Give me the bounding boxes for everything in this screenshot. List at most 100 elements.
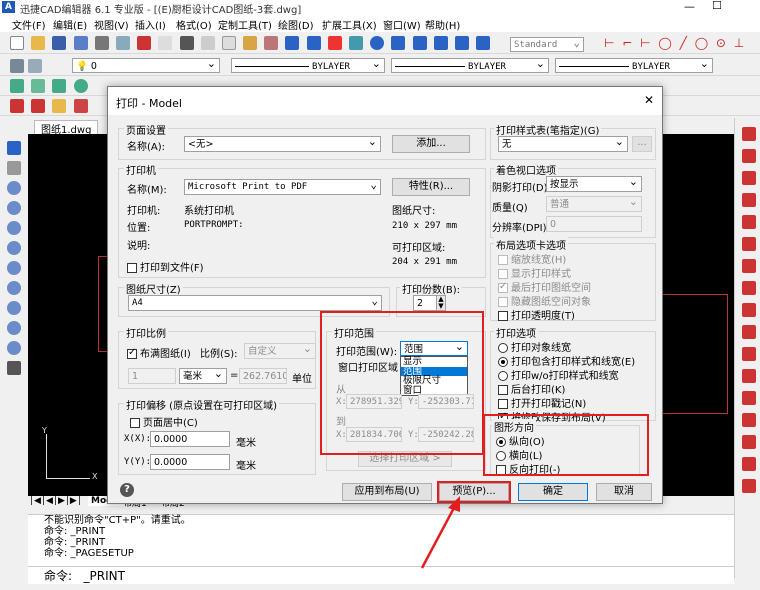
plot-with-styles-radio[interactable]: 打印包含打印样式和线宽(E) — [498, 353, 635, 368]
style-table-edit-button[interactable]: ... — [632, 136, 652, 152]
text-icon[interactable] — [391, 36, 406, 50]
show-plot-styles-checkbox[interactable]: 显示打印样式 — [498, 265, 571, 280]
modify-fillet-icon[interactable] — [742, 391, 756, 405]
zoom-out-icon[interactable] — [7, 201, 21, 215]
render-icon[interactable] — [10, 99, 24, 113]
plot-paperspace-last-checkbox[interactable]: 最后打印图纸空间 — [498, 279, 591, 294]
menu-format[interactable]: 格式(O) — [176, 17, 212, 32]
text-style-icon[interactable] — [433, 36, 448, 50]
modify-chamfer-icon[interactable] — [742, 369, 756, 383]
scale-lineweight-checkbox[interactable]: 缩放线宽(H) — [498, 251, 566, 266]
print-to-file-checkbox[interactable]: 打印到文件(F) — [127, 259, 204, 274]
modify-join-icon[interactable] — [742, 457, 756, 471]
quality-select[interactable]: 普通 — [546, 196, 642, 212]
modify-lengthen-icon[interactable] — [742, 479, 756, 493]
print-to-file-box[interactable] — [127, 263, 137, 273]
help-icon[interactable] — [370, 36, 385, 50]
lineweight-select[interactable]: BYLAYER — [555, 58, 713, 73]
mtext-icon[interactable] — [412, 36, 427, 50]
zoom-prev-icon[interactable] — [7, 281, 21, 295]
modify-trim-icon[interactable] — [742, 303, 756, 317]
zoom-realtime-icon[interactable] — [7, 141, 21, 155]
linetype-select[interactable]: BYLAYER — [391, 58, 549, 73]
page-setup-add-button[interactable]: 添加... — [392, 135, 470, 153]
plot-transparency-checkbox[interactable]: 打印透明度(T) — [498, 307, 575, 322]
dialog-close-button[interactable]: ✕ — [644, 93, 654, 107]
scale-num1-input[interactable]: 1 — [128, 368, 176, 384]
zoom-scale-icon[interactable] — [7, 301, 21, 315]
menu-view[interactable]: 视图(V) — [94, 17, 129, 32]
modify-move-icon[interactable] — [742, 215, 756, 229]
center-page-checkbox[interactable]: 页面居中(C) — [130, 414, 198, 429]
view-icon[interactable] — [7, 361, 21, 375]
zoom-center-icon[interactable] — [7, 321, 21, 335]
shade-plot-select[interactable]: 按显示 — [546, 176, 642, 192]
delete-icon[interactable] — [327, 36, 342, 50]
menu-insert[interactable]: 插入(I) — [135, 17, 166, 32]
modify-rotate-icon[interactable] — [742, 237, 756, 251]
modify-break-icon[interactable] — [742, 347, 756, 361]
save-as-icon[interactable] — [73, 36, 88, 50]
modify-scale-icon[interactable] — [742, 259, 756, 273]
zoom-all-icon[interactable] — [7, 261, 21, 275]
menu-help[interactable]: 帮助(H) — [425, 17, 460, 32]
undo-icon[interactable] — [285, 36, 300, 50]
layer-select[interactable]: 💡 0 — [72, 58, 220, 73]
menu-edit[interactable]: 编辑(E) — [53, 17, 87, 32]
plot-lineweights-radio[interactable]: 打印对象线宽 — [498, 339, 571, 354]
modify-explode-icon[interactable] — [742, 413, 756, 427]
fit-to-paper-checkbox[interactable]: 布满图纸(I) — [127, 345, 191, 360]
minimize-button[interactable]: — — [684, 0, 695, 13]
paper-size-select[interactable]: A4 — [128, 295, 382, 311]
light-icon[interactable] — [52, 99, 67, 113]
save-icon[interactable] — [52, 36, 67, 50]
modify-extend-icon[interactable] — [742, 325, 756, 339]
menu-window[interactable]: 窗口(W) — [383, 17, 421, 32]
modify-stretch-icon[interactable] — [742, 281, 756, 295]
ok-button[interactable]: 确定 — [518, 483, 588, 501]
hide-paperspace-objects-checkbox[interactable]: 隐藏图纸空间对象 — [498, 293, 591, 308]
page-setup-select[interactable]: <无> — [184, 136, 381, 152]
modify-erase-icon[interactable] — [742, 435, 756, 449]
redo-icon[interactable] — [306, 36, 321, 50]
print-preview-icon[interactable] — [115, 36, 130, 50]
box-icon[interactable] — [31, 79, 46, 93]
modify-copy-icon[interactable] — [742, 127, 756, 141]
material-icon[interactable] — [31, 99, 46, 113]
maximize-button[interactable]: ☐ — [712, 0, 722, 12]
zoom-window-icon[interactable] — [7, 221, 21, 235]
dialog-help-icon[interactable]: ? — [120, 483, 134, 497]
sphere-icon[interactable] — [73, 79, 88, 93]
fit-to-paper-box[interactable] — [127, 347, 137, 359]
text-find-icon[interactable] — [476, 36, 491, 50]
zoom-object-icon[interactable] — [7, 341, 21, 355]
pan-hand-icon[interactable] — [7, 161, 21, 175]
open-folder-icon[interactable] — [31, 36, 46, 50]
layer-manager-icon[interactable] — [10, 59, 24, 73]
scale-ratio-select[interactable]: 自定义 — [244, 343, 316, 359]
style-table-select[interactable]: 无 — [498, 136, 628, 152]
scale-unit-select[interactable]: 毫米 — [179, 368, 227, 384]
text-edit-icon[interactable] — [454, 36, 469, 50]
zoom-in-icon[interactable] — [7, 181, 21, 195]
center-page-box[interactable] — [130, 418, 140, 428]
find-icon[interactable] — [179, 36, 194, 50]
new-file-icon[interactable] — [10, 36, 24, 50]
match-prop-icon[interactable] — [264, 36, 279, 50]
spell-check-icon[interactable] — [158, 36, 173, 50]
plot-without-styles-radio[interactable]: 打印w/o打印样式和线宽 — [498, 367, 619, 382]
paste-icon[interactable] — [243, 36, 258, 50]
offset-y-input[interactable]: 0.0000 — [150, 454, 230, 470]
print-icon[interactable] — [94, 36, 109, 50]
modify-array-icon[interactable] — [742, 193, 756, 207]
command-input[interactable]: 命令: _PRINT — [28, 566, 734, 584]
printer-name-select[interactable]: Microsoft Print to PDF — [184, 179, 381, 195]
cancel-button[interactable]: 取消 — [596, 483, 652, 501]
printer-properties-button[interactable]: 特性(R)... — [392, 178, 470, 196]
plot-stamp-checkbox[interactable]: 打开打印戳记(N) — [498, 395, 586, 410]
3d-icon[interactable] — [10, 79, 24, 93]
properties-icon[interactable] — [349, 36, 363, 50]
menu-draw[interactable]: 绘图(D) — [278, 17, 314, 32]
color-select[interactable]: BYLAYER — [231, 58, 385, 73]
copies-input[interactable]: 2 — [413, 295, 437, 311]
